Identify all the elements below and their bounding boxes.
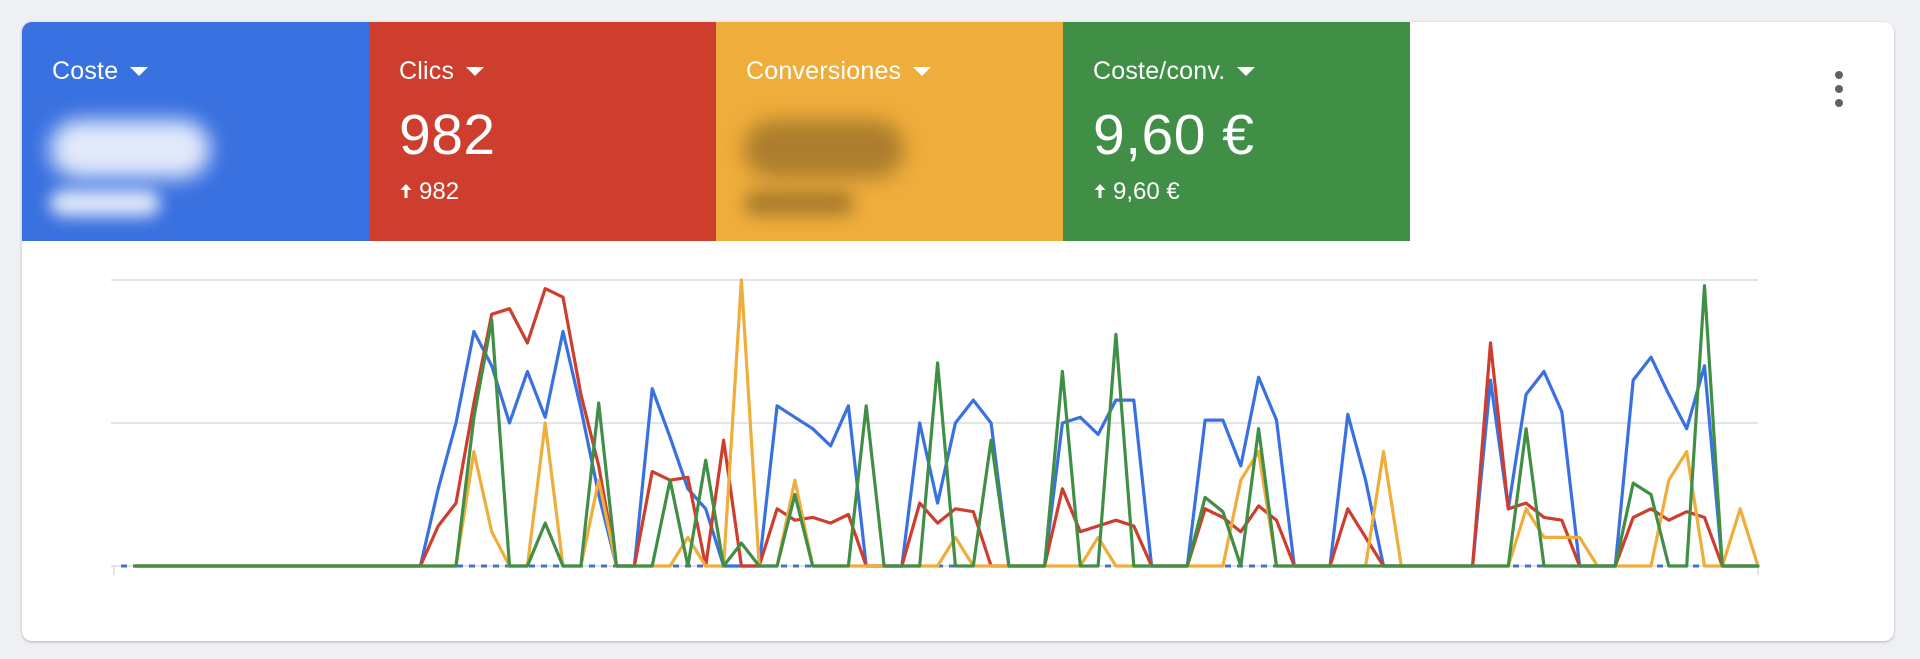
performance-line-chart xyxy=(111,278,1760,575)
series-line-green xyxy=(133,284,1760,568)
performance-card: Coste Clics 982 982 Conversiones Coste/conv. 9… xyxy=(22,22,1894,641)
